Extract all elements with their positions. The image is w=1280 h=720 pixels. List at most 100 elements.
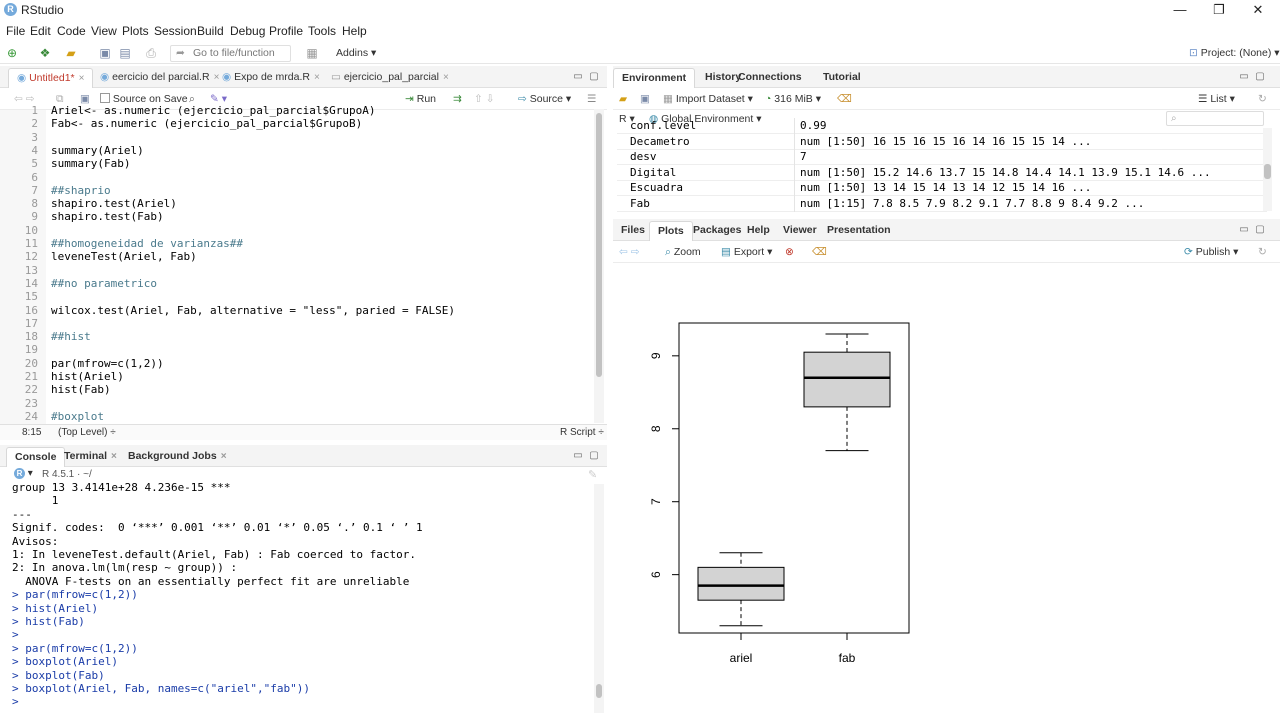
code-line[interactable]: shapiro.test(Fab) (51, 210, 164, 223)
editor-scrollbar[interactable] (594, 109, 604, 423)
zoom-button[interactable]: ⌕ Zoom (665, 246, 701, 259)
env-row[interactable]: Digital num [1:50] 15.2 14.6 13.7 15 14.8… (617, 164, 1267, 181)
tab-files[interactable]: Files (613, 221, 653, 241)
project-menu[interactable]: ⊡ Project: (None) ▾ (1189, 47, 1280, 59)
plots-minimize-icon[interactable]: ▭ (1238, 224, 1250, 236)
new-file-icon[interactable]: ⊕ (5, 46, 19, 60)
clear-workspace-icon[interactable]: ⌫ (837, 93, 852, 105)
previous-plot-icon[interactable]: ⇦ ⇨ (619, 246, 640, 258)
tab-ejercicio-pal-parcial[interactable]: ▭ ejercicio_pal_parcial × (323, 68, 457, 88)
scope-selector[interactable]: (Top Level) ÷ (58, 427, 116, 438)
console-minimize-icon[interactable]: ▭ (572, 450, 584, 462)
tab-help[interactable]: Help (739, 221, 778, 241)
menu-plots[interactable]: Plots (122, 24, 149, 38)
console-maximize-icon[interactable]: ▢ (588, 450, 600, 462)
menu-session[interactable]: Session (154, 24, 197, 38)
close-button[interactable]: ✕ (1238, 0, 1278, 20)
menu-profile[interactable]: Profile (269, 24, 303, 38)
tab-expo-de-mrda[interactable]: ◉ Expo de mrda.R × (214, 68, 328, 88)
code-line[interactable]: ##homogeneidad de varianzas## (51, 237, 243, 250)
code-line[interactable]: ##no parametrico (51, 277, 157, 290)
env-col-divider (794, 149, 795, 166)
menu-debug[interactable]: Debug (230, 24, 265, 38)
code-line[interactable]: #boxplot (51, 410, 104, 423)
code-line[interactable]: leveneTest(Ariel, Fab) (51, 250, 197, 263)
menu-edit[interactable]: Edit (30, 24, 51, 38)
load-workspace-icon[interactable]: ▰ (619, 93, 627, 105)
up-arrow-icon[interactable]: ⇧ ⇩ (474, 93, 495, 105)
maximize-pane-icon[interactable]: ▢ (588, 71, 600, 83)
code-line[interactable]: wilcox.test(Ariel, Fab, alternative = "l… (51, 304, 455, 317)
code-line[interactable]: hist(Ariel) (51, 370, 124, 383)
maximize-button[interactable]: ❐ (1199, 0, 1239, 20)
tab-terminal[interactable]: Terminal × (56, 447, 125, 467)
clear-console-icon[interactable]: ✎ (588, 468, 597, 481)
tab-connections[interactable]: Connections (730, 68, 810, 88)
console-line: group 13 3.4141e+28 4.236e-15 *** (12, 481, 231, 494)
publish-button[interactable]: ⟳ Publish ▾ (1184, 246, 1238, 258)
env-var-name: Digital (630, 165, 677, 179)
source-button[interactable]: ⇨ Source ▾ (518, 93, 571, 105)
new-project-icon[interactable]: ❖ (38, 46, 52, 60)
code-line[interactable]: ##shaprio (51, 184, 111, 197)
tab-presentation[interactable]: Presentation (819, 221, 899, 241)
line-number: 11 (24, 237, 38, 250)
view-mode-select[interactable]: ☰ List ▾ (1198, 93, 1235, 105)
run-button[interactable]: ⇥ Run (405, 93, 436, 105)
code-line[interactable]: summary(Ariel) (51, 144, 144, 157)
save-workspace-icon[interactable]: ▣ (640, 93, 650, 105)
code-line[interactable]: hist(Fab) (51, 383, 111, 396)
print-icon[interactable]: ⎙ (144, 46, 158, 60)
refresh-plot-icon[interactable]: ↻ (1258, 246, 1267, 258)
minimize-button[interactable]: — (1160, 0, 1200, 20)
rerun-icon[interactable]: ⇉ (453, 93, 462, 105)
env-scrollbar[interactable] (1263, 128, 1272, 211)
addins-menu[interactable]: Addins ▾ (336, 47, 376, 59)
env-row[interactable]: Fab num [1:15] 7.8 8.5 7.9 8.2 9.1 7.7 8.… (617, 196, 1267, 212)
memory-usage[interactable]: ◔ 316 MiB ▾ (765, 93, 821, 105)
save-icon[interactable]: ▣ (98, 46, 112, 60)
env-row[interactable]: Decametro num [1:50] 16 15 16 15 16 14 16… (617, 133, 1267, 150)
code-line[interactable]: Ariel<- as.numeric (ejercicio_pal_parcia… (51, 104, 376, 117)
code-line[interactable]: summary(Fab) (51, 157, 130, 170)
remove-plot-icon[interactable]: ⊗ (785, 246, 794, 258)
minimize-pane-icon[interactable]: ▭ (572, 71, 584, 83)
tab-background-jobs[interactable]: Background Jobs × (120, 447, 235, 467)
env-maximize-icon[interactable]: ▢ (1254, 71, 1266, 83)
outline-icon[interactable]: ☰ (587, 93, 596, 105)
code-line[interactable]: ##hist (51, 330, 91, 343)
env-col-divider (794, 196, 795, 212)
refresh-env-icon[interactable]: ↻ (1258, 93, 1267, 105)
tab-eercicio-del-parcial[interactable]: ◉ eercicio del parcial.R × (92, 68, 227, 88)
env-row[interactable]: conf.level 0.99 (617, 118, 1267, 134)
menu-help[interactable]: Help (342, 24, 367, 38)
goto-file-input[interactable]: ➦ Go to file/function (170, 45, 291, 62)
menu-tools[interactable]: Tools (308, 24, 336, 38)
import-dataset-button[interactable]: ▦ Import Dataset ▾ (663, 93, 753, 105)
save-all-icon[interactable]: ▤ (118, 46, 132, 60)
grid-layout-icon[interactable]: ▦ (305, 46, 319, 60)
clear-plots-icon[interactable]: ⌫ (812, 246, 827, 258)
export-button[interactable]: ▤ Export ▾ (721, 246, 772, 258)
env-minimize-icon[interactable]: ▭ (1238, 71, 1250, 83)
menu-file[interactable]: File (6, 24, 25, 38)
code-line[interactable]: shapiro.test(Ariel) (51, 197, 177, 210)
r-version-label: R 4.5.1 · ~/ (42, 469, 92, 480)
open-file-icon[interactable]: ▰ (64, 46, 78, 60)
tab-environment[interactable]: Environment (613, 68, 696, 88)
code-line[interactable]: par(mfrow=c(1,2)) (51, 357, 164, 370)
console-scrollbar[interactable] (594, 484, 604, 713)
tab-tutorial[interactable]: Tutorial (815, 68, 869, 88)
tab-viewer[interactable]: Viewer (775, 221, 825, 241)
menu-code[interactable]: Code (57, 24, 86, 38)
line-number: 9 (31, 210, 38, 224)
env-row[interactable]: Escuadra num [1:50] 13 14 15 14 13 14 12 … (617, 180, 1267, 197)
plots-maximize-icon[interactable]: ▢ (1254, 224, 1266, 236)
menu-build[interactable]: Build (197, 24, 224, 38)
code-line[interactable]: Fab<- as.numeric (ejercicio_pal_parcial$… (51, 117, 362, 130)
menu-view[interactable]: View (91, 24, 117, 38)
tab-untitled1[interactable]: ◉ Untitled1* × (8, 68, 94, 88)
file-type-selector[interactable]: R Script ÷ (560, 427, 604, 438)
env-row[interactable]: desv 7 (617, 149, 1267, 166)
console-line: ANOVA F-tests on an essentially perfect … (12, 574, 410, 588)
